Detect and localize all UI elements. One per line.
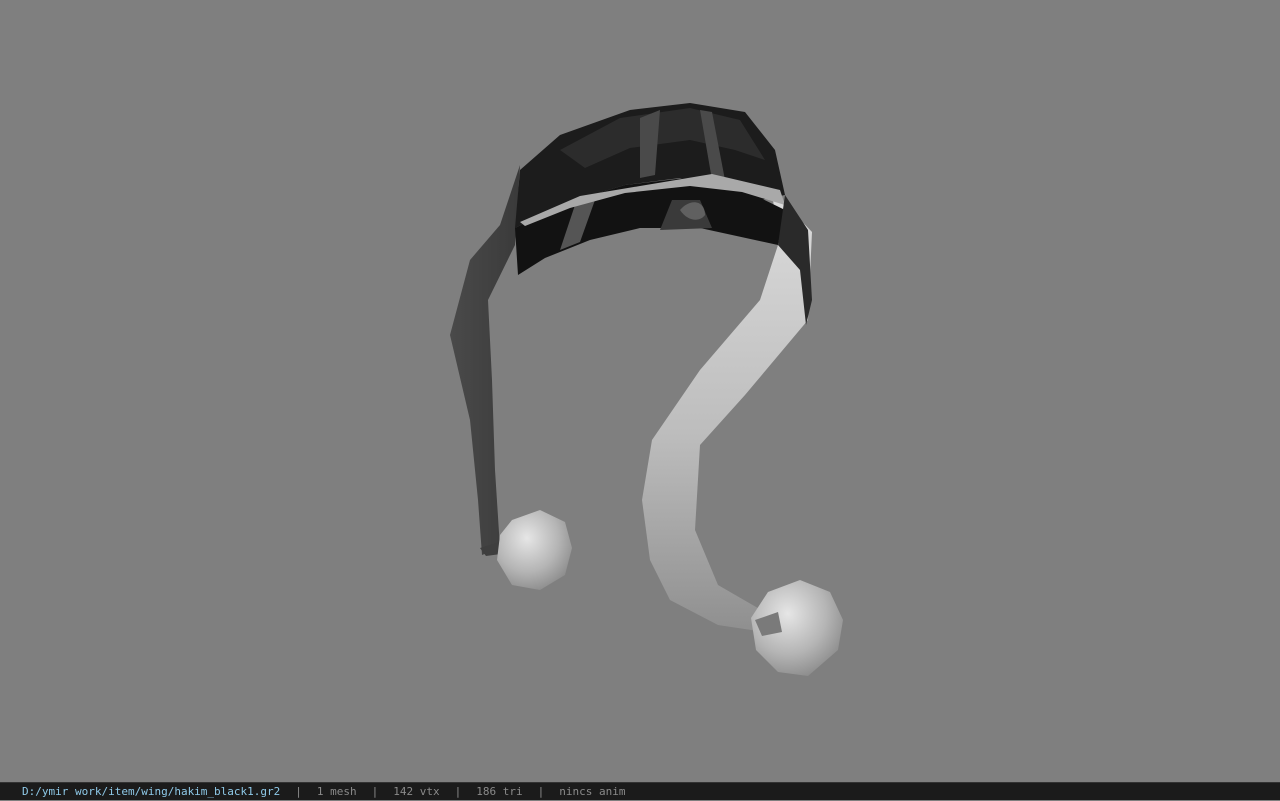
separator: |: [454, 784, 462, 798]
model-viewport[interactable]: [0, 0, 1280, 782]
mesh-count: 1 mesh: [316, 784, 357, 798]
animation-status: nincs anim: [559, 784, 626, 798]
left-pompom: [497, 510, 572, 590]
left-tail: [450, 165, 520, 555]
file-path: D:/ymir work/item/wing/hakim_black1.gr2: [22, 784, 281, 798]
separator: |: [537, 784, 545, 798]
vertex-count: 142 vtx: [393, 784, 440, 798]
triangle-count: 186 tri: [476, 784, 523, 798]
separator: |: [295, 784, 302, 798]
right-tail: [642, 190, 812, 632]
hat-model: [450, 103, 843, 676]
status-bar: D:/ymir work/item/wing/hakim_black1.gr2 …: [0, 782, 1280, 800]
separator: |: [371, 784, 379, 798]
